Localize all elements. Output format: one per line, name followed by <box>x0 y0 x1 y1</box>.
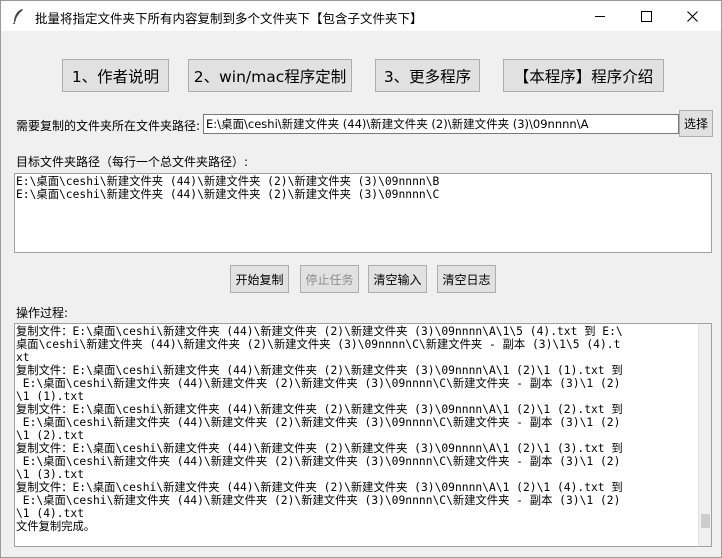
log-line: E:\桌面\ceshi\新建文件夹 (44)\新建文件夹 (2)\新建文件夹 (… <box>16 494 621 507</box>
log-scrollbar[interactable] <box>698 323 712 547</box>
stop-task-button[interactable]: 停止任务 <box>300 265 359 293</box>
log-label: 操作过程: <box>16 306 69 320</box>
maximize-icon <box>640 10 652 22</box>
minimize-icon <box>595 15 605 17</box>
log-line: 复制文件：E:\桌面\ceshi\新建文件夹 (44)\新建文件夹 (2)\新建… <box>16 403 623 416</box>
author-info-button[interactable]: 1、作者说明 <box>62 59 169 92</box>
title-bar[interactable]: 批量将指定文件夹下所有内容复制到多个文件夹下【包含子文件夹下】 <box>1 1 721 31</box>
log-line: 复制文件：E:\桌面\ceshi\新建文件夹 (44)\新建文件夹 (2)\新建… <box>16 481 623 494</box>
source-path-label: 需要复制的文件夹所在文件夹路径: <box>16 119 201 133</box>
target-paths-label: 目标文件夹路径（每行一个总文件夹路径）: <box>16 155 249 169</box>
log-line: \1 (4).txt <box>16 507 85 520</box>
close-button[interactable] <box>669 1 715 31</box>
log-textarea[interactable]: 复制文件：E:\桌面\ceshi\新建文件夹 (44)\新建文件夹 (2)\新建… <box>14 323 698 547</box>
log-line: E:\桌面\ceshi\新建文件夹 (44)\新建文件夹 (2)\新建文件夹 (… <box>16 455 621 468</box>
app-window: 批量将指定文件夹下所有内容复制到多个文件夹下【包含子文件夹下】 1、作者说明 2… <box>0 0 722 558</box>
log-line: xt <box>16 351 30 364</box>
log-line: E:\桌面\ceshi\新建文件夹 (44)\新建文件夹 (2)\新建文件夹 (… <box>16 377 621 390</box>
clear-log-button[interactable]: 清空日志 <box>437 265 496 293</box>
source-path-input[interactable]: E:\桌面\ceshi\新建文件夹 (44)\新建文件夹 (2)\新建文件夹 (… <box>203 114 679 134</box>
log-line: 复制文件：E:\桌面\ceshi\新建文件夹 (44)\新建文件夹 (2)\新建… <box>16 325 623 338</box>
close-icon <box>686 10 698 22</box>
target-paths-textarea[interactable]: E:\桌面\ceshi\新建文件夹 (44)\新建文件夹 (2)\新建文件夹 (… <box>14 173 712 253</box>
log-line: 桌面\ceshi\新建文件夹 (44)\新建文件夹 (2)\新建文件夹 (3)\… <box>16 338 621 351</box>
browse-button[interactable]: 选择 <box>679 110 713 137</box>
log-line: \1 (1).txt <box>16 390 85 403</box>
log-line: \1 (3).txt <box>16 468 85 481</box>
maximize-button[interactable] <box>623 1 669 31</box>
more-programs-button[interactable]: 3、更多程序 <box>375 59 480 92</box>
clear-input-button[interactable]: 清空输入 <box>368 265 427 293</box>
log-line: 复制文件：E:\桌面\ceshi\新建文件夹 (44)\新建文件夹 (2)\新建… <box>16 364 623 377</box>
log-line: \1 (2).txt <box>16 429 85 442</box>
log-line: E:\桌面\ceshi\新建文件夹 (44)\新建文件夹 (2)\新建文件夹 (… <box>16 416 621 429</box>
custom-program-button[interactable]: 2、win/mac程序定制 <box>188 59 352 92</box>
target-path-line: E:\桌面\ceshi\新建文件夹 (44)\新建文件夹 (2)\新建文件夹 (… <box>16 188 440 201</box>
minimize-button[interactable] <box>577 1 623 31</box>
window-title: 批量将指定文件夹下所有内容复制到多个文件夹下【包含子文件夹下】 <box>35 11 423 26</box>
log-line: 复制文件：E:\桌面\ceshi\新建文件夹 (44)\新建文件夹 (2)\新建… <box>16 442 623 455</box>
program-intro-button[interactable]: 【本程序】程序介绍 <box>503 59 664 92</box>
start-copy-button[interactable]: 开始复制 <box>230 265 289 293</box>
feather-icon <box>12 9 23 24</box>
target-path-line: E:\桌面\ceshi\新建文件夹 (44)\新建文件夹 (2)\新建文件夹 (… <box>16 175 440 188</box>
log-line: 文件复制完成。 <box>16 520 96 533</box>
log-scrollbar-thumb[interactable] <box>701 514 710 528</box>
